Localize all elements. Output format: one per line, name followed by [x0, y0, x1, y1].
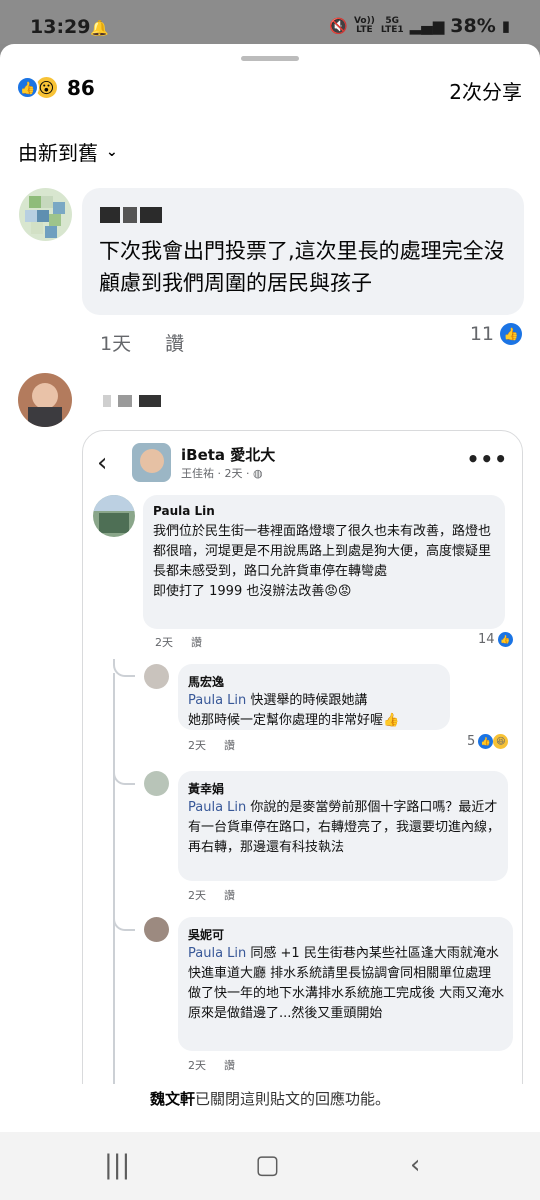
notification-bell-icon: 🔔: [90, 19, 109, 37]
comment-reactions[interactable]: 11 👍: [470, 323, 522, 345]
avatar: [144, 917, 169, 942]
reply-text: Paula Lin 你說的是麥當勞前那個十字路口嗎？最近才有一台貨車停在路口，右…: [188, 800, 501, 855]
avatar[interactable]: [18, 373, 72, 427]
reply-bubble: 黃幸娟 Paula Lin 你說的是麥當勞前那個十字路口嗎？最近才有一台貨車停在…: [178, 771, 508, 881]
page-avatar: [132, 443, 171, 482]
comments-sheet: 👍 😮 86 2次分享 由新到舊 ⌄ 下次我會出門投票了,這次里長的處理完全沒顧…: [0, 44, 540, 1132]
mute-icon: 🔇: [329, 17, 348, 35]
reply-meta: 2天讚: [188, 1059, 235, 1072]
avatar: [93, 495, 135, 537]
comments-closed-notice: 魏文軒已關閉這則貼文的回應功能。: [0, 1084, 540, 1132]
back-icon[interactable]: ‹: [410, 1150, 420, 1180]
reaction-count: 86: [67, 75, 95, 100]
like-icon: 👍: [500, 323, 522, 345]
comment-author-redacted[interactable]: [103, 393, 164, 409]
more-icon: •••: [466, 447, 508, 471]
thread-branch: [113, 659, 135, 677]
reply-meta: 2天讚: [188, 889, 235, 902]
recent-apps-icon[interactable]: |||: [104, 1150, 130, 1180]
status-bar: 13:29 🔔 🔇 Vo)) LTE 5G LTE1 ▂▄▆ 38% ▮: [0, 0, 540, 44]
thread-branch: [113, 913, 135, 931]
chevron-down-icon: ⌄: [106, 143, 118, 160]
system-nav-bar: ||| ▢ ‹: [0, 1132, 540, 1200]
reply-reactions: 14 👍: [478, 632, 513, 647]
5g-indicator: 5G LTE1: [380, 16, 404, 35]
reply-meta: 2天讚: [155, 636, 202, 649]
reply-bubble: Paula Lin 我們位於民生街一巷裡面路燈壞了很久也未有改善，路燈也都很暗，…: [143, 495, 505, 629]
volte-indicator: Vo)) LTE: [353, 16, 375, 35]
reaction-summary[interactable]: 👍 😮 86: [16, 75, 95, 100]
comment-author-redacted[interactable]: [100, 204, 165, 223]
reply-text: Paula Lin 快選舉的時候跟她講 她那時候一定幫你處理的非常好喔👍: [188, 693, 400, 728]
haha-icon: 😆: [493, 734, 509, 749]
reply-bubble: 吳妮可 Paula Lin 同感 +1 民生街巷內某些社區逢大雨就淹水快進車道大…: [178, 917, 513, 1051]
home-icon[interactable]: ▢: [255, 1150, 280, 1180]
share-count[interactable]: 2次分享: [449, 76, 522, 105]
sort-label: 由新到舊: [18, 141, 98, 165]
battery-percent: 38%: [450, 15, 496, 37]
status-icons: 🔇 Vo)) LTE 5G LTE1 ▂▄▆ 38% ▮: [329, 15, 510, 37]
reply-author: 吳妮可: [188, 928, 225, 942]
reply-author: Paula Lin: [153, 504, 215, 518]
reply-reactions: 5 👍 😆: [467, 734, 509, 749]
like-icon: 👍: [497, 632, 513, 647]
thread-branch: [113, 767, 135, 785]
like-reaction-icon: 👍: [16, 76, 39, 99]
closed-by-name[interactable]: 魏文軒: [150, 1090, 195, 1108]
comment-bubble[interactable]: 下次我會出門投票了,這次里長的處理完全沒顧慮到我們周圍的居民與孩子: [82, 188, 524, 315]
globe-icon: ◍: [252, 467, 263, 480]
reply-author: 黃幸娟: [188, 782, 225, 796]
like-icon: 👍: [478, 734, 494, 749]
attached-screenshot[interactable]: ‹ iBeta 愛北大 王佳祐 · 2天 · ◍ ••• Paula Lin 我…: [82, 430, 523, 1130]
back-arrow-icon: ‹: [97, 448, 108, 478]
comment-reaction-count: 11: [469, 323, 494, 345]
comment-time: 1天: [100, 333, 132, 355]
post-meta: 王佳祐 · 2天 · ◍: [181, 467, 263, 480]
page-name: iBeta 愛北大: [181, 446, 276, 464]
comment-meta: 1天 讚: [100, 329, 184, 356]
signal-icon: ▂▄▆: [409, 17, 445, 35]
avatar: [144, 664, 169, 689]
thread-line: [113, 673, 115, 1129]
like-link[interactable]: 讚: [165, 329, 184, 356]
avatar[interactable]: [19, 188, 72, 241]
comment-text: 下次我會出門投票了,這次里長的處理完全沒顧慮到我們周圍的居民與孩子: [99, 239, 505, 295]
reply-meta: 2天讚: [188, 739, 235, 752]
sort-dropdown[interactable]: 由新到舊 ⌄: [18, 137, 118, 166]
status-time: 13:29: [30, 16, 91, 38]
battery-icon: ▮: [501, 17, 510, 35]
reply-text: 我們位於民生街一巷裡面路燈壞了很久也未有改善，路燈也都很暗，河堤更是不用說馬路上…: [153, 524, 492, 599]
reply-author: 馬宏逸: [188, 675, 225, 689]
reply-bubble: 馬宏逸 Paula Lin 快選舉的時候跟她講 她那時候一定幫你處理的非常好喔👍: [178, 664, 450, 730]
closed-note-text: 已關閉這則貼文的回應功能。: [195, 1090, 391, 1108]
reply-text: Paula Lin 同感 +1 民生街巷內某些社區逢大雨就淹水快進車道大廳 排水…: [188, 946, 505, 1021]
avatar: [144, 771, 169, 796]
drag-handle[interactable]: [241, 56, 299, 61]
